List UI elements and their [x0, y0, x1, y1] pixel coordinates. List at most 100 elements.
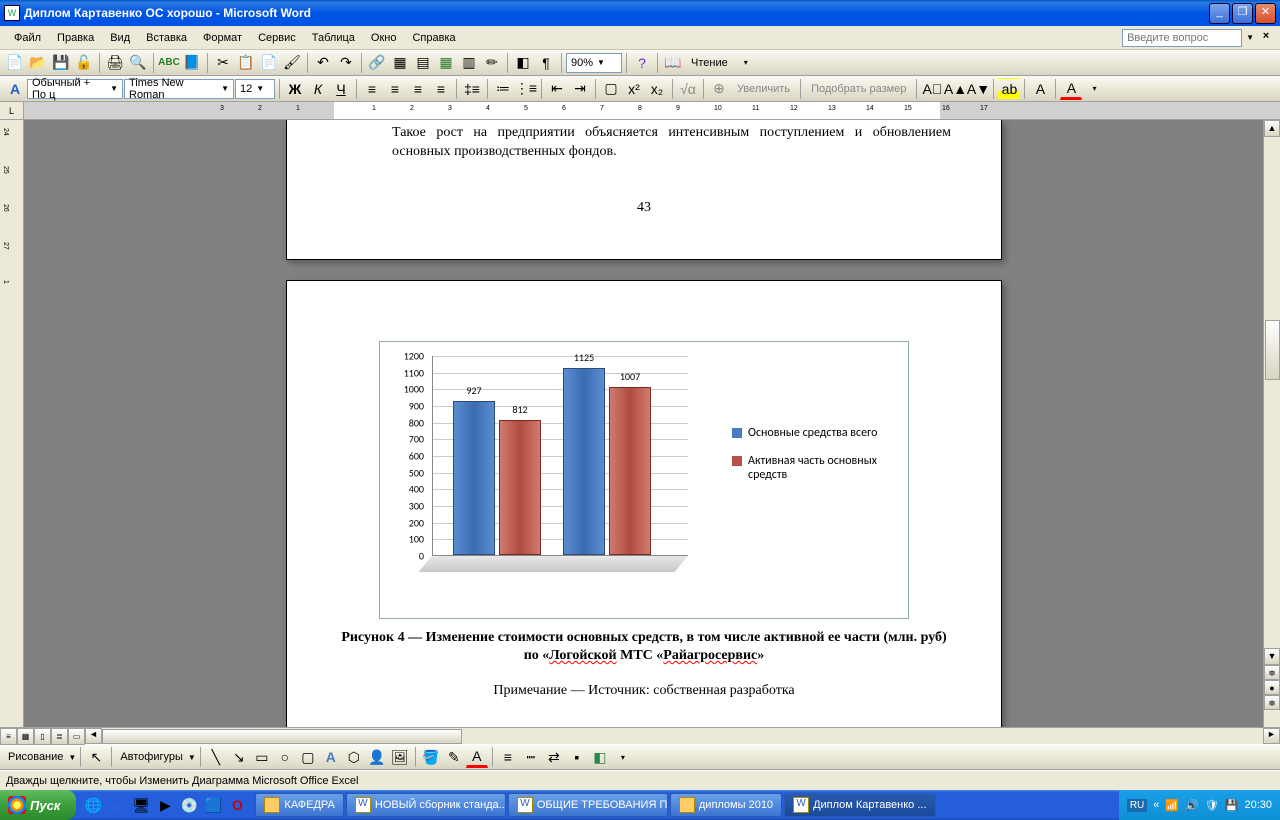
undo-button[interactable]: ↶ [312, 52, 334, 74]
print-button[interactable]: 🖨 [104, 52, 126, 74]
language-indicator[interactable]: RU [1127, 799, 1147, 812]
clipart-button[interactable]: 👤 [366, 746, 388, 768]
research-button[interactable]: 📘 [181, 52, 203, 74]
align-left-button[interactable]: ≡ [361, 78, 383, 100]
ql-desktop-icon[interactable]: 🖥 [130, 794, 152, 816]
taskbar-button-2[interactable]: WОБЩИЕ ТРЕБОВАНИЯ П... [508, 793, 668, 817]
taskbar-button-0[interactable]: КАФЕДРА [255, 793, 343, 817]
web-view-button[interactable]: ▦ [17, 728, 34, 745]
redo-button[interactable]: ↷ [335, 52, 357, 74]
menu-insert[interactable]: Вставка [138, 29, 195, 47]
save-button[interactable]: 💾 [50, 52, 72, 74]
toolbar-options-icon[interactable]: ▾ [735, 52, 757, 74]
picture-button[interactable]: 🖼 [389, 746, 411, 768]
fill-color-button[interactable]: 🪣 [420, 746, 442, 768]
minimize-button[interactable]: _ [1209, 3, 1230, 24]
columns-button[interactable]: ▥ [458, 52, 480, 74]
reading-icon[interactable]: 📖 [662, 52, 684, 74]
highlight-button[interactable]: ab [998, 78, 1020, 100]
figure-note[interactable]: Примечание — Источник: собственная разра… [287, 683, 1001, 699]
permissions-button[interactable]: 🔓 [73, 52, 95, 74]
size-combo[interactable]: 12▼ [235, 79, 275, 99]
ql-opera-icon[interactable]: O [226, 794, 248, 816]
figure-caption[interactable]: Рисунок 4 — Изменение стоимости основных… [337, 629, 951, 665]
tables-borders-button[interactable]: ▦ [389, 52, 411, 74]
menu-table[interactable]: Таблица [304, 29, 363, 47]
align-right-button[interactable]: ≡ [407, 78, 429, 100]
borders-button[interactable]: ▢ [600, 78, 622, 100]
taskbar-button-3[interactable]: дипломы 2010 [670, 793, 782, 817]
help-dropdown-icon[interactable]: ▼ [1246, 33, 1254, 42]
font-color-button[interactable]: A [1060, 78, 1082, 100]
italic-button[interactable]: К [307, 78, 329, 100]
bold-button[interactable]: Ж [284, 78, 306, 100]
tray-expand-icon[interactable]: « [1153, 799, 1159, 811]
start-button[interactable]: Пуск [0, 790, 76, 820]
justify-button[interactable]: ≡ [430, 78, 452, 100]
arrow-button[interactable]: ↘ [228, 746, 250, 768]
docmap-button[interactable]: ◧ [512, 52, 534, 74]
new-doc-button[interactable]: 📄 [4, 52, 26, 74]
close-button[interactable]: ✕ [1255, 3, 1276, 24]
outline-view-button[interactable]: ≣ [51, 728, 68, 745]
help-button[interactable]: ? [631, 52, 653, 74]
document-close-button[interactable]: × [1258, 30, 1274, 46]
prev-page-button[interactable]: ≑ [1264, 665, 1280, 680]
tray-usb-icon[interactable]: 💾 [1225, 799, 1239, 812]
document-viewport[interactable]: Такое рост на предприятии объясняется ин… [24, 120, 1263, 727]
toolbar2-options-icon[interactable]: ▾ [1083, 78, 1105, 100]
drawing-button[interactable]: ✏ [481, 52, 503, 74]
chart-object[interactable]: 0100200300400500600700800900100011001200… [379, 341, 909, 619]
print-view-button[interactable]: ▯ [34, 728, 51, 745]
horizontal-ruler[interactable]: 3211234567891011121314151617 [24, 102, 1280, 120]
menu-window[interactable]: Окно [363, 29, 405, 47]
bullets-button[interactable]: ⋮≡ [515, 78, 537, 100]
excel-button[interactable]: ▦ [435, 52, 457, 74]
menu-view[interactable]: Вид [102, 29, 138, 47]
style-combo[interactable]: Обычный + По ц▼ [27, 79, 123, 99]
reading-view-button[interactable]: ▭ [68, 728, 85, 745]
diagram-button[interactable]: ⬡ [343, 746, 365, 768]
normal-view-button[interactable]: ≡ [0, 728, 17, 745]
char-shading-button[interactable]: A [1029, 78, 1051, 100]
horizontal-scrollbar[interactable]: ◄ ► [85, 728, 1280, 744]
zoom-in-icon[interactable]: ⊕ [708, 78, 730, 100]
align-center-button[interactable]: ≡ [384, 78, 406, 100]
tray-shield-icon[interactable]: 🛡 [1205, 799, 1219, 812]
system-tray[interactable]: RU « 📶 🔊 🛡 💾 20:30 [1119, 790, 1280, 820]
char-border-button[interactable]: A⃞ [921, 78, 943, 100]
maximize-button[interactable]: ❐ [1232, 3, 1253, 24]
ql-app-icon[interactable]: 🟦 [202, 794, 224, 816]
copy-button[interactable]: 📋 [235, 52, 257, 74]
ql-ie-icon[interactable]: 🌐 [82, 794, 104, 816]
format-painter-button[interactable]: 🖌 [281, 52, 303, 74]
select-objects-button[interactable]: ↖ [85, 746, 107, 768]
line-style-button[interactable]: ≡ [497, 746, 519, 768]
taskbar-button-4[interactable]: WДиплом Картавенко ... [784, 793, 935, 817]
subscript-button[interactable]: x₂ [646, 78, 668, 100]
arrow-style-button[interactable]: ⇄ [543, 746, 565, 768]
line-color-button[interactable]: ✎ [443, 746, 465, 768]
hscroll-thumb[interactable] [102, 729, 462, 744]
help-search-input[interactable] [1122, 29, 1242, 47]
menu-edit[interactable]: Правка [49, 29, 102, 47]
textbox-button[interactable]: ▢ [297, 746, 319, 768]
autoshapes-menu[interactable]: Автофигуры [116, 751, 187, 763]
tray-volume-icon[interactable]: 🔊 [1185, 799, 1199, 812]
font-color-draw-button[interactable]: A [466, 746, 488, 768]
oval-button[interactable]: ○ [274, 746, 296, 768]
scroll-up-button[interactable]: ▲ [1264, 120, 1280, 137]
hyperlink-button[interactable]: 🔗 [366, 52, 388, 74]
drawing-menu[interactable]: Рисование [4, 751, 67, 763]
scroll-left-button[interactable]: ◄ [85, 728, 102, 744]
dash-style-button[interactable]: ┉ [520, 746, 542, 768]
scroll-down-button[interactable]: ▼ [1264, 648, 1280, 665]
ql-nero-icon[interactable]: 💿 [178, 794, 200, 816]
ql-ie2-icon[interactable]: e [106, 794, 128, 816]
open-button[interactable]: 📂 [27, 52, 49, 74]
cut-button[interactable]: ✂ [212, 52, 234, 74]
indent-button[interactable]: ⇥ [569, 78, 591, 100]
reading-label[interactable]: Чтение [685, 57, 734, 69]
show-marks-button[interactable]: ¶ [535, 52, 557, 74]
font-combo[interactable]: Times New Roman▼ [124, 79, 234, 99]
